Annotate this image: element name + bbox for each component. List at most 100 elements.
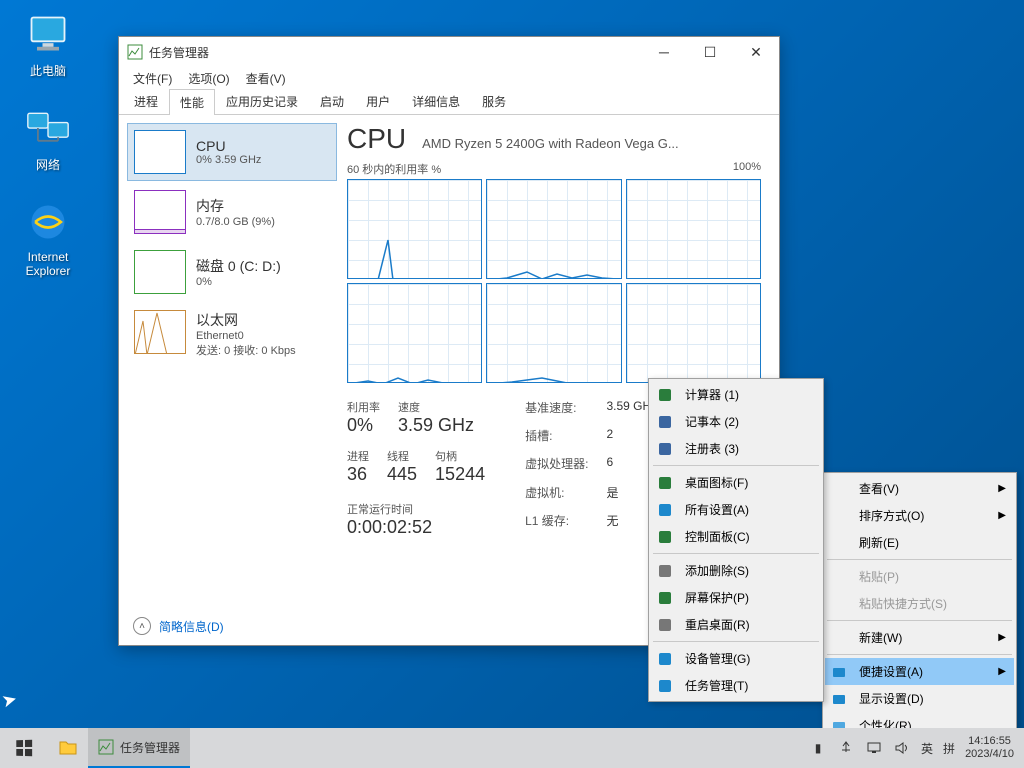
desktop-icon-this-pc[interactable]: 此电脑 xyxy=(10,10,86,79)
tab-processes[interactable]: 进程 xyxy=(123,88,169,114)
sidebar-item-cpu[interactable]: CPU 0% 3.59 GHz xyxy=(127,123,337,181)
cursor-icon: ➤ xyxy=(0,688,20,712)
stat-value: 0% xyxy=(347,415,380,436)
sidebar-item-ethernet[interactable]: 以太网 Ethernet0 发送: 0 接收: 0 Kbps xyxy=(127,303,337,365)
performance-sidebar: CPU 0% 3.59 GHz 内存 0.7/8.0 GB (9%) 磁盘 0 … xyxy=(127,123,337,598)
ie-icon xyxy=(24,198,72,246)
menu-file[interactable]: 文件(F) xyxy=(125,68,180,89)
menu-view[interactable]: 查看(V) xyxy=(238,68,294,89)
stat-key: L1 缓存: xyxy=(525,512,588,538)
tab-startup[interactable]: 启动 xyxy=(309,88,355,114)
ime-indicator[interactable]: 英 xyxy=(921,740,933,757)
menu-options[interactable]: 选项(O) xyxy=(180,68,237,89)
disk-mini-graph xyxy=(134,250,186,294)
tray-security-icon[interactable]: ▮ xyxy=(809,739,827,757)
stat-label: 句柄 xyxy=(435,448,485,464)
menu-item[interactable]: 重启桌面(R) xyxy=(651,611,821,638)
menu-item[interactable]: 注册表 (3) xyxy=(651,435,821,462)
menubar: 文件(F) 选项(O) 查看(V) xyxy=(119,67,779,89)
minimize-button[interactable]: ─ xyxy=(641,37,687,67)
tray-usb-icon[interactable] xyxy=(837,739,855,757)
taskbar: 任务管理器 ▮ 英 拼 14:16:55 2023/4/10 xyxy=(0,728,1024,768)
menu-item[interactable]: 记事本 (2) xyxy=(651,408,821,435)
desktop-icon-network[interactable]: 网络 xyxy=(10,104,86,173)
menu-item[interactable]: 新建(W)▶ xyxy=(825,624,1014,651)
sidebar-title: CPU xyxy=(196,138,330,154)
menu-item[interactable]: 控制面板(C) xyxy=(651,523,821,550)
network-icon xyxy=(24,104,72,152)
stat-value: 15244 xyxy=(435,464,485,485)
menu-item: 粘贴快捷方式(S) xyxy=(825,590,1014,617)
main-title: CPU xyxy=(347,123,406,155)
sidebar-title: 磁盘 0 (C: D:) xyxy=(196,256,330,276)
core-graph-4 xyxy=(486,283,621,383)
stat-val: 6 xyxy=(606,455,651,481)
taskbar-task-manager[interactable]: 任务管理器 xyxy=(88,728,190,768)
stat-key: 插槽: xyxy=(525,427,588,453)
taskbar-file-explorer[interactable] xyxy=(48,728,88,768)
stat-key: 虚拟机: xyxy=(525,484,588,510)
tab-details[interactable]: 详细信息 xyxy=(401,88,471,114)
desktop-icon-label: 网络 xyxy=(10,156,86,173)
tabs: 进程 性能 应用历史记录 启动 用户 详细信息 服务 xyxy=(119,89,779,115)
tab-app-history[interactable]: 应用历史记录 xyxy=(215,88,309,114)
menu-item[interactable]: 屏幕保护(P) xyxy=(651,584,821,611)
tab-users[interactable]: 用户 xyxy=(355,88,401,114)
main-subtitle: AMD Ryzen 5 2400G with Radeon Vega G... xyxy=(422,136,679,151)
tray-network-icon[interactable] xyxy=(865,739,883,757)
window-title: 任务管理器 xyxy=(149,44,641,61)
ime-mode[interactable]: 拼 xyxy=(943,740,955,757)
menu-item[interactable]: 添加删除(S) xyxy=(651,557,821,584)
stat-value: 36 xyxy=(347,464,369,485)
memory-mini-graph xyxy=(134,190,186,234)
sidebar-sub: Ethernet0 xyxy=(196,330,330,342)
maximize-button[interactable]: ☐ xyxy=(687,37,733,67)
desktop-context-menu: 查看(V)▶排序方式(O)▶刷新(E)粘贴(P)粘贴快捷方式(S)新建(W)▶便… xyxy=(822,472,1017,742)
stat-val: 2 xyxy=(606,427,651,453)
stat-value: 3.59 GHz xyxy=(398,415,474,436)
tray-clock[interactable]: 14:16:55 2023/4/10 xyxy=(965,735,1014,761)
stat-key: 基准速度: xyxy=(525,399,588,425)
sidebar-sub: 0.7/8.0 GB (9%) xyxy=(196,216,330,228)
close-button[interactable]: ✕ xyxy=(733,37,779,67)
menu-item[interactable]: 桌面图标(F) xyxy=(651,469,821,496)
tab-services[interactable]: 服务 xyxy=(471,88,517,114)
chevron-up-icon: ˄ xyxy=(133,617,151,635)
menu-item[interactable]: 设备管理(G) xyxy=(651,645,821,672)
tab-performance[interactable]: 性能 xyxy=(169,89,215,115)
system-tray: ▮ 英 拼 14:16:55 2023/4/10 xyxy=(799,735,1024,761)
sidebar-sub: 0% xyxy=(196,276,330,288)
core-graph-5 xyxy=(626,283,761,383)
graph-label-left: 60 秒内的利用率 % xyxy=(347,161,441,177)
sidebar-sub: 发送: 0 接收: 0 Kbps xyxy=(196,342,330,358)
uptime-label: 正常运行时间 xyxy=(347,501,485,517)
titlebar[interactable]: 任务管理器 ─ ☐ ✕ xyxy=(119,37,779,67)
desktop-icon-label: Internet Explorer xyxy=(10,250,86,278)
folder-icon xyxy=(58,738,78,758)
tray-volume-icon[interactable] xyxy=(893,739,911,757)
stat-key: 虚拟处理器: xyxy=(525,455,588,481)
core-graph-0 xyxy=(347,179,482,279)
menu-item[interactable]: 排序方式(O)▶ xyxy=(825,502,1014,529)
graph-label-right: 100% xyxy=(733,161,761,177)
desktop-icon-ie[interactable]: Internet Explorer xyxy=(10,198,86,278)
menu-item[interactable]: 所有设置(A) xyxy=(651,496,821,523)
stat-label: 进程 xyxy=(347,448,369,464)
sidebar-item-disk[interactable]: 磁盘 0 (C: D:) 0% xyxy=(127,243,337,301)
menu-item[interactable]: 显示设置(D) xyxy=(825,685,1014,712)
menu-item[interactable]: 查看(V)▶ xyxy=(825,475,1014,502)
stat-value: 445 xyxy=(387,464,417,485)
core-graph-3 xyxy=(347,283,482,383)
desktop-icon-label: 此电脑 xyxy=(10,62,86,79)
sidebar-title: 内存 xyxy=(196,196,330,216)
menu-item[interactable]: 计算器 (1) xyxy=(651,381,821,408)
menu-item[interactable]: 刷新(E) xyxy=(825,529,1014,556)
cpu-mini-graph xyxy=(134,130,186,174)
cpu-core-graphs xyxy=(347,179,761,383)
menu-item[interactable]: 任务管理(T) xyxy=(651,672,821,699)
windows-icon xyxy=(16,740,32,756)
menu-item[interactable]: 便捷设置(A)▶ xyxy=(825,658,1014,685)
monitor-icon xyxy=(24,10,72,58)
sidebar-item-memory[interactable]: 内存 0.7/8.0 GB (9%) xyxy=(127,183,337,241)
start-button[interactable] xyxy=(0,728,48,768)
